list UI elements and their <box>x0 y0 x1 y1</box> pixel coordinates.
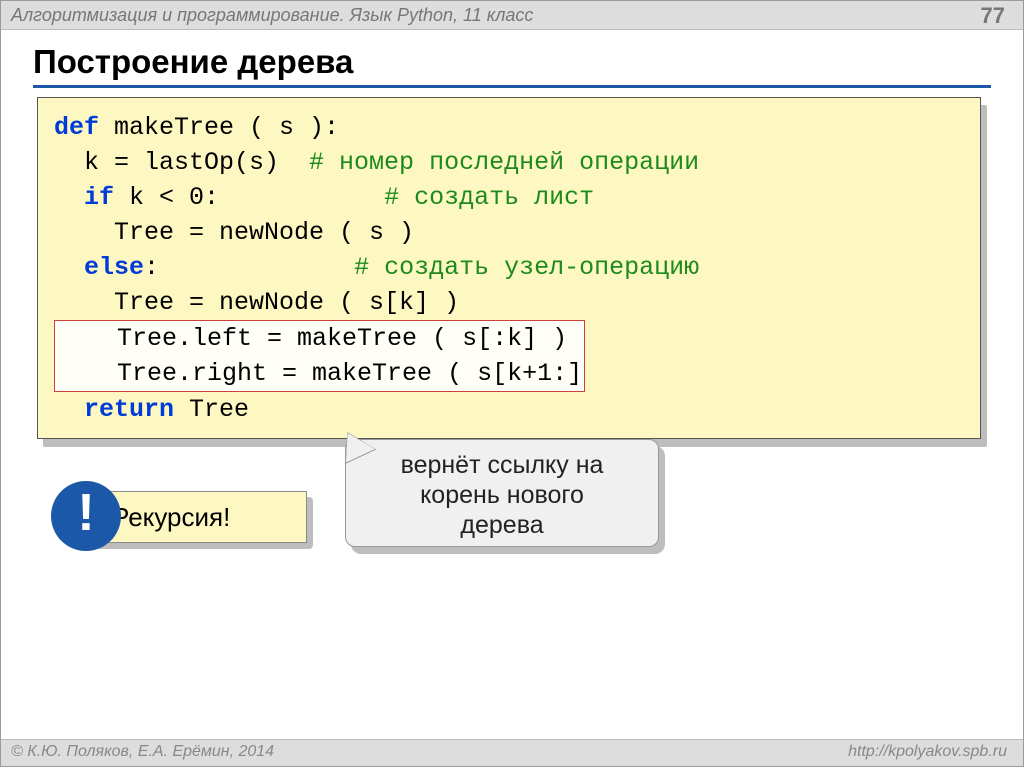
comment-2: # создать лист <box>384 183 594 212</box>
header-bar: Алгоритмизация и программирование. Язык … <box>1 1 1023 30</box>
callout-line1: вернёт ссылку на <box>401 451 604 479</box>
code-l4: Tree = newNode ( s ) <box>54 218 414 247</box>
code-block: def makeTree ( s ): k = lastOp(s) # номе… <box>37 97 981 439</box>
badge-text: Рекурсия! <box>112 502 230 532</box>
callout-line2: корень нового <box>420 481 584 509</box>
code-l3a <box>54 183 84 212</box>
code-l7: Tree.left = makeTree ( s[:k] ) <box>57 324 567 353</box>
page-number: 77 <box>981 3 1005 29</box>
footer-bar: © К.Ю. Поляков, Е.А. Ерёмин, 2014 http:/… <box>1 739 1023 766</box>
footer-url: http://kpolyakov.spb.ru <box>848 743 1007 761</box>
code-l6: Tree = newNode ( s[k] ) <box>54 288 459 317</box>
code-l5c: : <box>144 253 354 282</box>
code-l5a <box>54 253 84 282</box>
header-title: Алгоритмизация и программирование. Язык … <box>11 5 533 26</box>
code-l2a: k = lastOp(s) <box>54 148 309 177</box>
kw-return: return <box>84 395 174 424</box>
code-l9c: Tree <box>174 395 249 424</box>
kw-else: else <box>84 253 144 282</box>
callout-line3: дерева <box>460 511 543 539</box>
recursion-highlight: Tree.left = makeTree ( s[:k] ) Tree.righ… <box>54 320 585 392</box>
code-l1b: makeTree ( s ): <box>99 113 339 142</box>
exclamation-icon: ! <box>51 481 121 551</box>
code-l8: Tree.right = makeTree ( s[k+1:] <box>57 359 582 388</box>
comment-3: # создать узел-операцию <box>354 253 699 282</box>
code-l9a <box>54 395 84 424</box>
code-l3c: k < 0: <box>114 183 384 212</box>
kw-def: def <box>54 113 99 142</box>
slide-title: Построение дерева <box>33 43 353 81</box>
callout-box: вернёт ссылку на корень нового дерева <box>345 439 659 547</box>
slide: Алгоритмизация и программирование. Язык … <box>0 0 1024 767</box>
comment-1: # номер последней операции <box>309 148 699 177</box>
recursion-badge: Рекурсия! <box>91 491 307 543</box>
kw-if: if <box>84 183 114 212</box>
title-underline <box>33 85 991 88</box>
footer-copyright: © К.Ю. Поляков, Е.А. Ерёмин, 2014 <box>11 743 274 761</box>
